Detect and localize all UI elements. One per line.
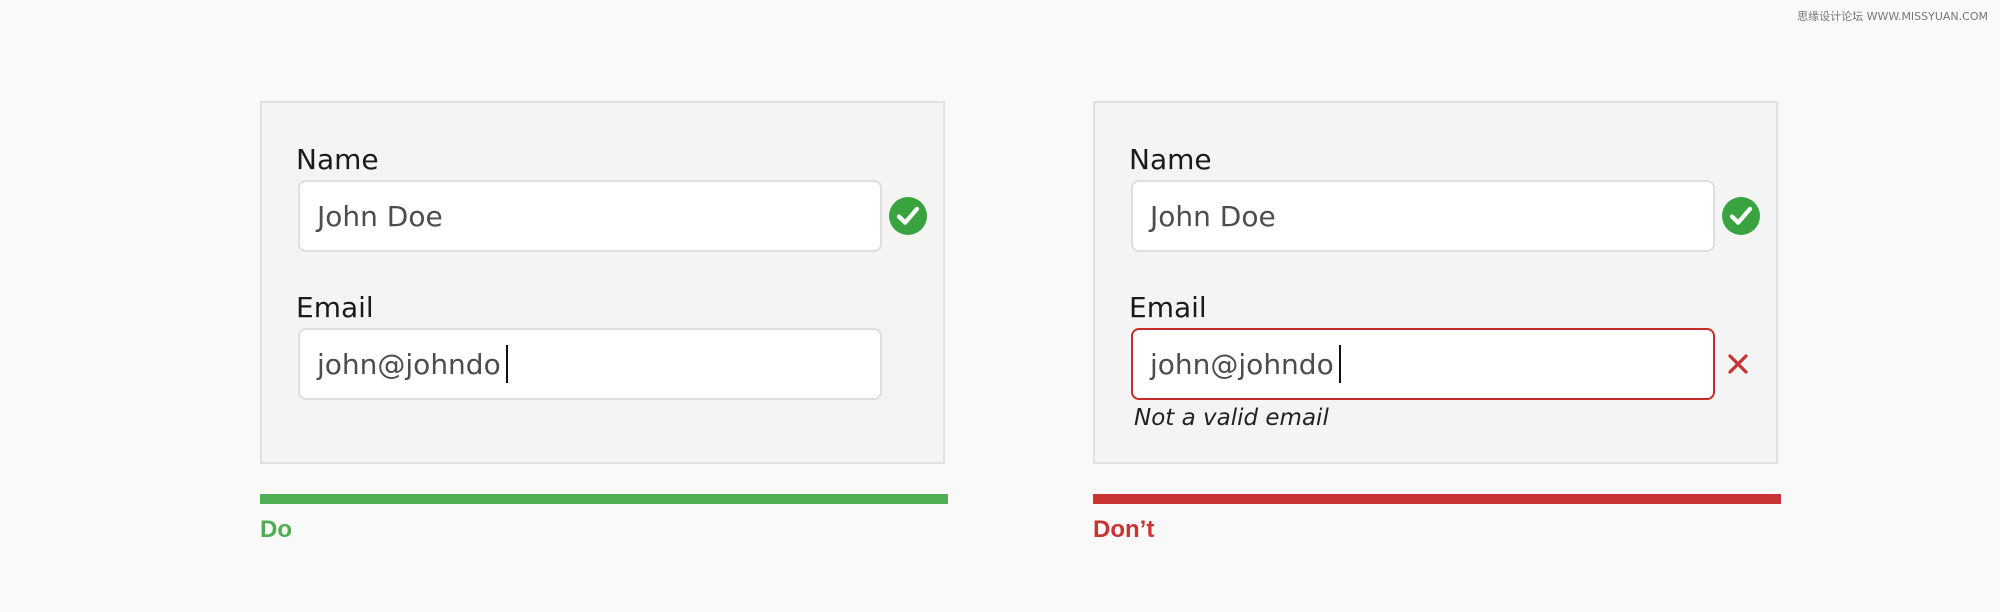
dont-label: Don’t: [1093, 516, 1155, 543]
email-label: Email: [1129, 291, 1207, 324]
close-icon: [1728, 354, 1748, 374]
text-cursor: [1338, 345, 1341, 383]
email-input-value: john@johndo: [1150, 347, 1334, 381]
dont-indicator-bar: [1093, 494, 1781, 504]
check-circle-icon: [889, 197, 927, 235]
text-cursor: [505, 345, 508, 383]
email-input-invalid[interactable]: john@johndo: [1131, 328, 1715, 400]
do-label: Do: [260, 516, 292, 543]
check-circle-icon: [1722, 197, 1760, 235]
email-input-value: john@johndo: [317, 347, 501, 381]
name-input-value: John Doe: [317, 199, 443, 233]
dont-example-form: Name John Doe Email john@johndo Not a va…: [1093, 101, 1778, 464]
do-example-form: Name John Doe Email john@johndo: [260, 101, 945, 464]
name-input[interactable]: John Doe: [298, 180, 882, 252]
name-label: Name: [1129, 143, 1212, 176]
page: { "watermark": "思缘设计论坛 WWW.MISSYUAN.COM"…: [0, 0, 2000, 612]
email-input[interactable]: john@johndo: [298, 328, 882, 400]
name-label: Name: [296, 143, 379, 176]
watermark: 思缘设计论坛 WWW.MISSYUAN.COM: [1797, 10, 1988, 23]
do-indicator-bar: [260, 494, 948, 504]
name-input[interactable]: John Doe: [1131, 180, 1715, 252]
error-message: Not a valid email: [1134, 405, 1329, 431]
email-label: Email: [296, 291, 374, 324]
name-input-value: John Doe: [1150, 199, 1276, 233]
